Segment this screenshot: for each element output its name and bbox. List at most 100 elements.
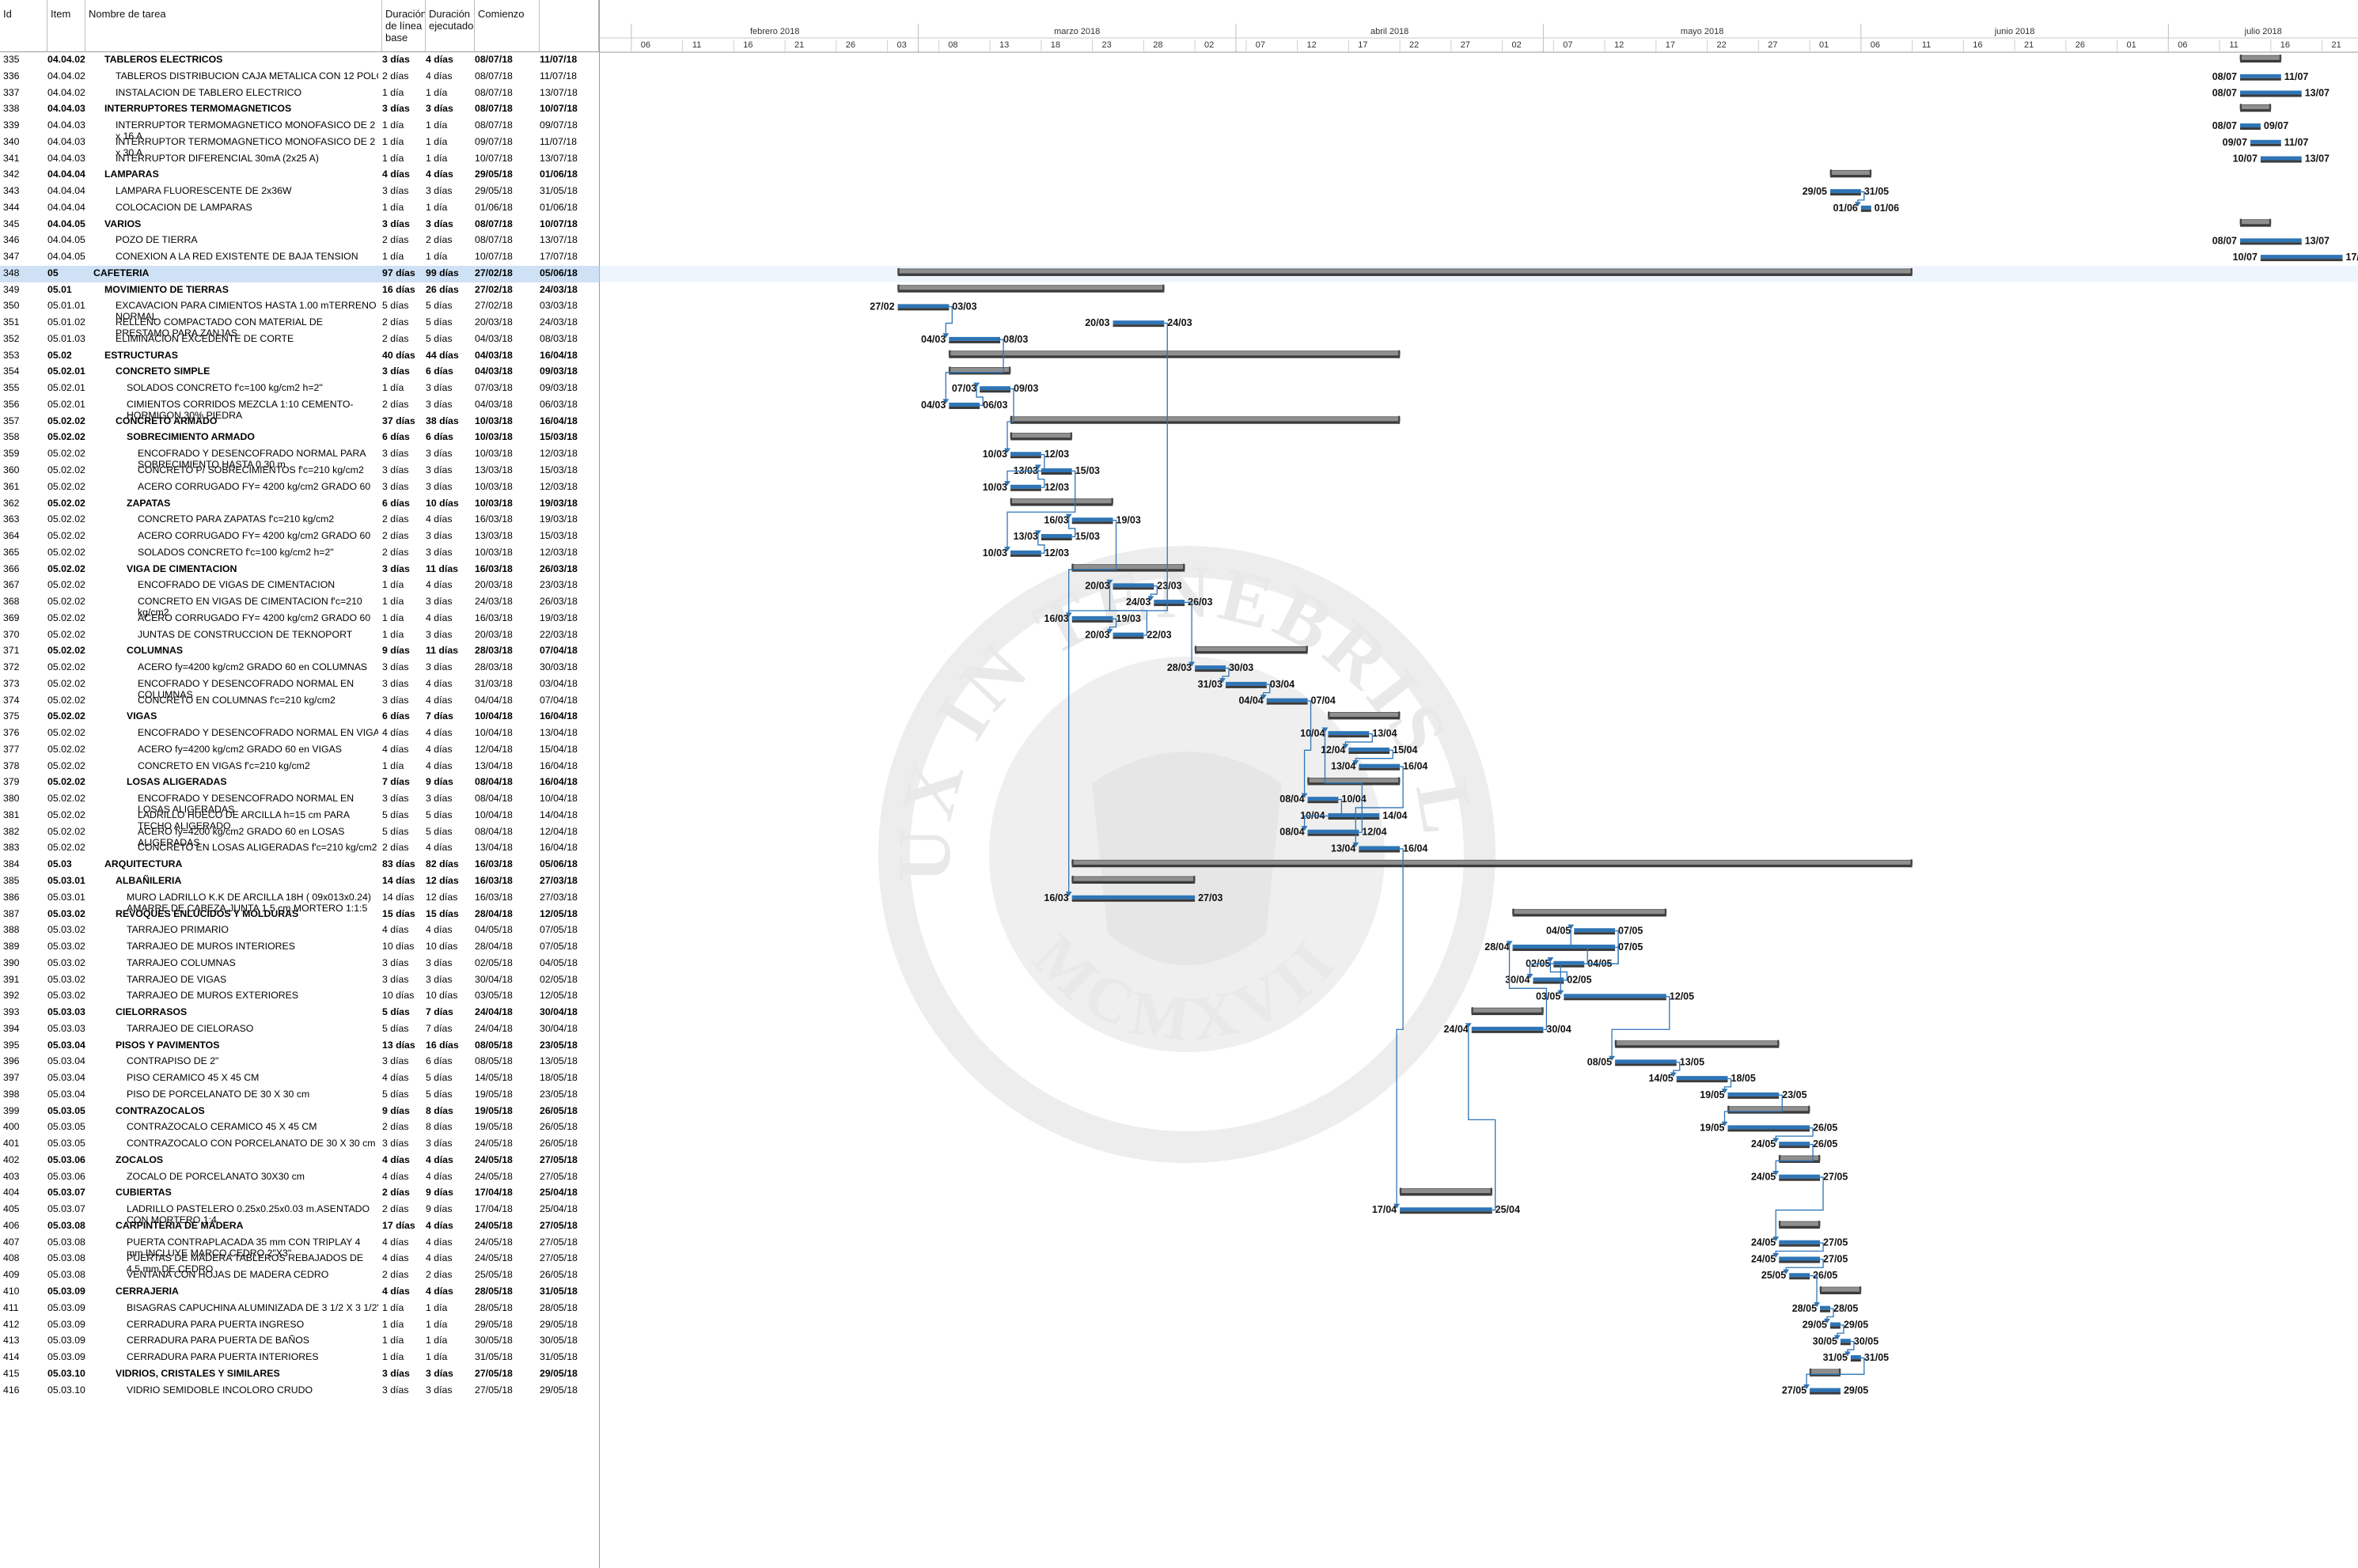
task-bar[interactable] <box>1010 550 1041 555</box>
summary-bar[interactable] <box>1829 169 1872 176</box>
task-bar[interactable] <box>1727 1125 1810 1130</box>
summary-bar[interactable] <box>1307 778 1401 783</box>
table-row[interactable]: 389 05.03.02 TARRAJEO DE MUROS INTERIORES 1… <box>0 939 599 956</box>
task-bar[interactable] <box>2240 90 2302 95</box>
task-bar[interactable] <box>2240 123 2261 128</box>
table-row[interactable]: 365 05.02.02 SOLADOS CONCRETO f'c=100 kg/c… <box>0 545 599 562</box>
table-row[interactable]: 341 04.04.03 INTERRUPTOR DIFERENCIAL 30mA … <box>0 151 599 168</box>
task-bar[interactable] <box>1810 1388 1841 1392</box>
table-row[interactable]: 353 05.02 ESTRUCTURAS 40 días 44 días 04/03/1… <box>0 348 599 365</box>
table-row[interactable]: 388 05.03.02 TARRAJEO PRIMARIO 4 días 4 días… <box>0 922 599 939</box>
table-row[interactable]: 391 05.03.02 TARRAJEO DE VIGAS 3 días 3 días… <box>0 972 599 989</box>
summary-bar[interactable] <box>897 285 1165 291</box>
table-row[interactable]: 349 05.01 MOVIMIENTO DE TIERRAS 16 días 26 d… <box>0 282 599 299</box>
task-bar[interactable] <box>1071 517 1113 522</box>
table-row[interactable]: 410 05.03.09 CERRAJERIA 4 días 4 días 28/05/1… <box>0 1284 599 1301</box>
summary-bar[interactable] <box>1614 1040 1780 1046</box>
task-bar[interactable] <box>1195 665 1226 670</box>
table-row[interactable]: 368 05.02.02 CONCRETO EN VIGAS DE CIMENTAC… <box>0 594 599 618</box>
task-bar[interactable] <box>1400 1207 1492 1212</box>
table-row[interactable]: 377 05.02.02 ACERO fy=4200 kg/cm2 GRADO 60… <box>0 742 599 759</box>
table-row[interactable]: 337 04.04.02 INSTALACION DE TABLERO ELECTR… <box>0 85 599 102</box>
table-row[interactable]: 343 04.04.04 LAMPARA FLUORESCENTE DE 2x36W… <box>0 184 599 200</box>
table-row[interactable]: 398 05.03.04 PISO DE PORCELANATO DE 30 X 3… <box>0 1087 599 1104</box>
task-bar[interactable] <box>2240 74 2281 78</box>
table-row[interactable]: 376 05.02.02 ENCOFRADO Y DESENCOFRADO NORM… <box>0 725 599 742</box>
task-bar[interactable] <box>1328 731 1370 736</box>
column-header-executed-duration[interactable]: Duración ejecutado <box>426 0 475 52</box>
table-row[interactable]: 360 05.02.02 CONCRETO P/ SOBRECIMIENTOS f'… <box>0 463 599 479</box>
table-row[interactable]: 364 05.02.02 ACERO CORRUGADO FY= 4200 kg/c… <box>0 528 599 545</box>
summary-bar[interactable] <box>1471 1007 1544 1013</box>
summary-bar[interactable] <box>2239 219 2272 225</box>
summary-bar[interactable] <box>1399 1188 1493 1194</box>
summary-bar[interactable] <box>1328 712 1401 718</box>
table-row[interactable]: 363 05.02.02 CONCRETO PARA ZAPATAS f'c=210… <box>0 512 599 528</box>
table-row[interactable]: 367 05.02.02 ENCOFRADO DE VIGAS DE CIMENTA… <box>0 578 599 594</box>
table-row[interactable]: 345 04.04.05 VARIOS 3 días 3 días 08/07/18 10/… <box>0 217 599 233</box>
task-bar[interactable] <box>2260 156 2302 161</box>
table-row[interactable]: 350 05.01.01 EXCAVACION PARA CIMIENTOS HAS… <box>0 298 599 322</box>
summary-bar[interactable] <box>1010 416 1401 422</box>
table-row[interactable]: 336 04.04.02 TABLEROS DISTRIBUCION CAJA ME… <box>0 69 599 85</box>
task-bar[interactable] <box>1010 452 1041 456</box>
table-row[interactable]: 415 05.03.10 VIDRIOS, CRISTALES Y SIMILARE… <box>0 1366 599 1383</box>
table-row[interactable]: 358 05.02.02 SOBRECIMIENTO ARMADO 6 días 6 d… <box>0 430 599 446</box>
task-bar[interactable] <box>980 386 1010 391</box>
table-row[interactable]: 414 05.03.09 CERRADURA PARA PUERTA INTERIO… <box>0 1350 599 1366</box>
table-row[interactable]: 416 05.03.10 VIDRIO SEMIDOBLE INCOLORO CRU… <box>0 1383 599 1399</box>
table-row[interactable]: 408 05.03.08 PUERTAS DE MADERA TABLEROS RE… <box>0 1251 599 1274</box>
task-bar[interactable] <box>1727 1092 1780 1096</box>
task-bar[interactable] <box>1307 797 1339 801</box>
table-row[interactable]: 411 05.03.09 BISAGRAS CAPUCHINA ALUMINIZAD… <box>0 1301 599 1317</box>
task-bar[interactable] <box>1564 994 1666 998</box>
task-bar[interactable] <box>1779 1240 1821 1244</box>
table-row[interactable]: 394 05.03.03 TARRAJEO DE CIELORASO 5 días 7 … <box>0 1021 599 1038</box>
task-bar[interactable] <box>2260 255 2343 259</box>
table-row[interactable]: 407 05.03.08 PUERTA CONTRAPLACADA 35 mm CO… <box>0 1235 599 1259</box>
table-row[interactable]: 392 05.03.02 TARRAJEO DE MUROS EXTERIORES 1… <box>0 988 599 1005</box>
task-bar[interactable] <box>1266 698 1308 703</box>
summary-bar[interactable] <box>1010 433 1073 438</box>
column-header-name[interactable]: Nombre de tarea <box>85 0 382 52</box>
task-bar[interactable] <box>1010 484 1041 489</box>
summary-bar[interactable] <box>1512 909 1667 915</box>
table-row[interactable]: 402 05.03.06 ZOCALOS 4 días 4 días 24/05/18 27… <box>0 1153 599 1169</box>
table-row[interactable]: 355 05.02.01 SOLADOS CONCRETO f'c=100 kg/c… <box>0 381 599 397</box>
table-row[interactable]: 371 05.02.02 COLUMNAS 9 días 11 días 28/03/18… <box>0 643 599 660</box>
table-row[interactable]: 405 05.03.07 LADRILLO PASTELERO 0.25x0.25x… <box>0 1202 599 1225</box>
summary-bar[interactable] <box>1809 1369 1841 1375</box>
table-row[interactable]: 339 04.04.03 INTERRUPTOR TERMOMAGNETICO MO… <box>0 118 599 142</box>
task-bar[interactable] <box>1840 1339 1851 1343</box>
task-bar[interactable] <box>949 402 980 407</box>
table-row[interactable]: 378 05.02.02 CONCRETO EN VIGAS f'c=210 kg/… <box>0 759 599 775</box>
summary-bar[interactable] <box>1071 859 1913 865</box>
task-bar[interactable] <box>1071 895 1196 900</box>
table-row[interactable]: 361 05.02.02 ACERO CORRUGADO FY= 4200 kg/c… <box>0 479 599 496</box>
table-row[interactable]: 346 04.04.05 POZO DE TIERRA 2 días 2 días 08/… <box>0 233 599 249</box>
summary-bar[interactable] <box>897 268 1913 275</box>
table-row[interactable]: 356 05.02.01 CIMIENTOS CORRIDOS MEZCLA 1:1… <box>0 397 599 421</box>
table-row[interactable]: 373 05.02.02 ENCOFRADO Y DESENCOFRADO NORM… <box>0 676 599 700</box>
task-bar[interactable] <box>2240 238 2302 243</box>
task-bar[interactable] <box>1779 1174 1821 1179</box>
column-header-baseline-duration[interactable]: Duración de línea base <box>382 0 426 52</box>
table-row[interactable]: 412 05.03.09 CERRADURA PARA PUERTA INGRESO… <box>0 1317 599 1334</box>
task-bar[interactable] <box>1225 681 1267 686</box>
table-row[interactable]: 404 05.03.07 CUBIERTAS 2 días 9 días 17/04/18… <box>0 1185 599 1202</box>
table-row[interactable]: 403 05.03.06 ZOCALO DE PORCELANATO 30X30 c… <box>0 1169 599 1186</box>
task-bar[interactable] <box>1615 1059 1677 1064</box>
table-row[interactable]: 396 05.03.04 CONTRAPISO DE 2" 3 días 6 días 0… <box>0 1054 599 1070</box>
column-header-item[interactable]: Item <box>47 0 85 52</box>
task-bar[interactable] <box>2250 139 2281 144</box>
table-row[interactable]: 387 05.03.02 REVOQUES ENLUCIDOS Y MOLDURAS… <box>0 907 599 923</box>
table-row[interactable]: 342 04.04.04 LAMPARAS 4 días 4 días 29/05/18 0… <box>0 167 599 184</box>
task-bar[interactable] <box>1471 1026 1544 1031</box>
task-bar[interactable] <box>1113 583 1154 588</box>
table-row[interactable]: 382 05.02.02 ACERO fy=4200 kg/cm2 GRADO 60… <box>0 824 599 848</box>
table-row[interactable]: 357 05.02.02 CONCRETO ARMADO 37 días 38 días… <box>0 414 599 430</box>
summary-bar[interactable] <box>1778 1155 1821 1161</box>
table-row[interactable]: 374 05.02.02 CONCRETO EN COLUMNAS f'c=210 … <box>0 693 599 710</box>
summary-bar[interactable] <box>1194 646 1308 652</box>
table-row[interactable]: 362 05.02.02 ZAPATAS 6 días 10 días 10/03/18 1… <box>0 496 599 513</box>
